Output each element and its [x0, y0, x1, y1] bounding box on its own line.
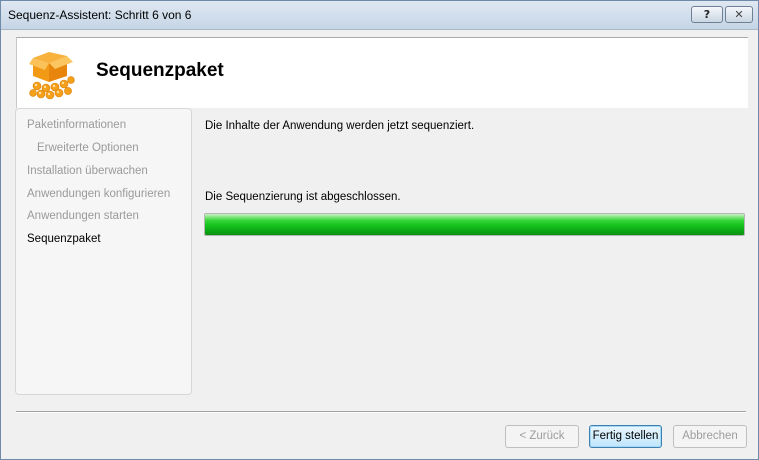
wizard-body: Sequenzpaket Paketinformationen Erweiter…: [9, 30, 750, 453]
page-header: Sequenzpaket: [16, 37, 748, 108]
help-button[interactable]: ?: [691, 6, 723, 23]
nav-item-anwendungen-konfigurieren[interactable]: Anwendungen konfigurieren: [27, 188, 170, 200]
nav-item-sequenzpaket[interactable]: Sequenzpaket: [27, 233, 101, 245]
nav-item-erweiterte-optionen[interactable]: Erweiterte Optionen: [37, 142, 139, 154]
cancel-button[interactable]: Abbrechen: [673, 425, 747, 448]
nav-item-installation-ueberwachen[interactable]: Installation überwachen: [27, 165, 148, 177]
status-text: Die Sequenzierung ist abgeschlossen.: [205, 191, 401, 203]
intro-text: Die Inhalte der Anwendung werden jetzt s…: [205, 120, 475, 132]
back-button[interactable]: < Zurück: [505, 425, 579, 448]
title-bar[interactable]: Sequenz-Assistent: Schritt 6 von 6 ? ✕: [1, 1, 758, 30]
window-title: Sequenz-Assistent: Schritt 6 von 6: [8, 8, 192, 22]
help-icon: ?: [703, 8, 711, 21]
finish-button[interactable]: Fertig stellen: [589, 425, 662, 448]
step-navigation: Paketinformationen Erweiterte Optionen I…: [15, 108, 192, 395]
page-title: Sequenzpaket: [96, 60, 224, 81]
close-button[interactable]: ✕: [725, 6, 753, 23]
nav-item-anwendungen-starten[interactable]: Anwendungen starten: [27, 210, 139, 222]
nav-item-paketinformationen[interactable]: Paketinformationen: [27, 119, 126, 131]
footer-separator: [16, 411, 746, 413]
close-icon: ✕: [734, 8, 744, 21]
progress-bar-fill: [205, 214, 744, 235]
wizard-window: Sequenz-Assistent: Schritt 6 von 6 ? ✕ S…: [0, 0, 759, 460]
package-icon: [29, 52, 75, 100]
progress-bar: [204, 213, 745, 236]
